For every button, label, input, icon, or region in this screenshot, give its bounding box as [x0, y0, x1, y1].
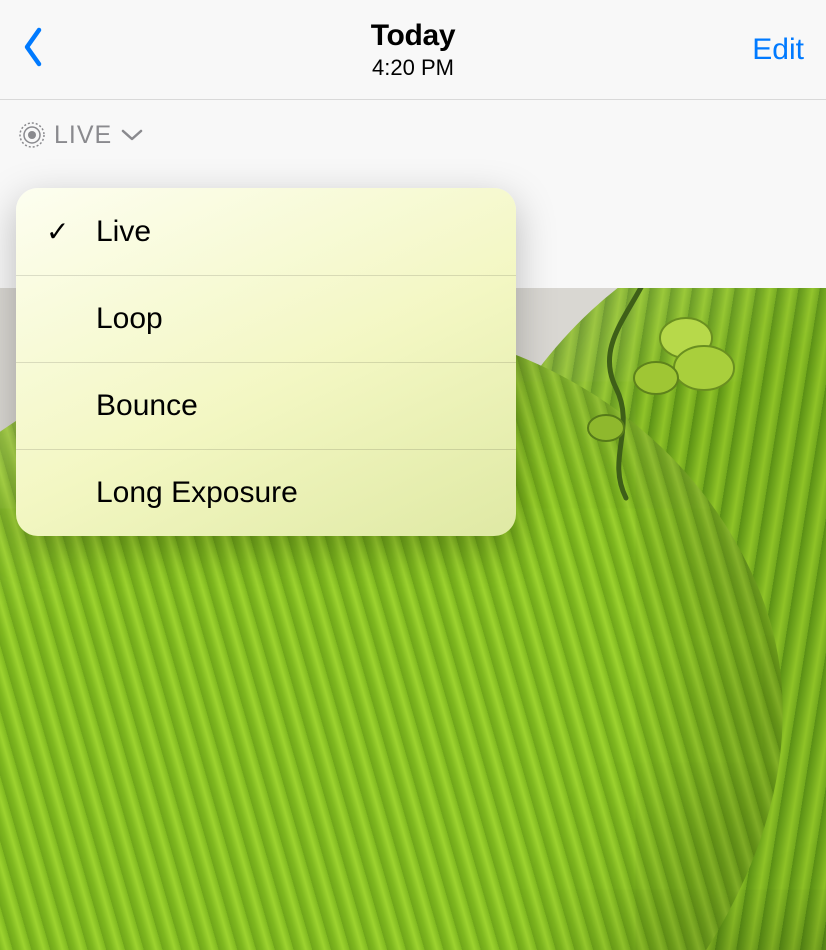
menu-item-loop[interactable]: Loop: [16, 275, 516, 362]
live-badge-row: LIVE: [0, 100, 826, 170]
menu-item-long-exposure[interactable]: Long Exposure: [16, 449, 516, 536]
menu-item-live[interactable]: ✓ Live: [16, 188, 516, 275]
chevron-down-icon: [120, 127, 144, 143]
back-button[interactable]: [22, 26, 44, 73]
nav-title-group: Today 4:20 PM: [371, 19, 456, 81]
menu-item-label: Bounce: [96, 389, 198, 423]
menu-item-label: Live: [96, 215, 151, 249]
chevron-left-icon: [22, 26, 44, 73]
live-badge-label: LIVE: [54, 121, 112, 150]
navigation-bar: Today 4:20 PM Edit: [0, 0, 826, 100]
live-effect-dropdown[interactable]: LIVE: [18, 121, 144, 150]
live-effect-menu: ✓ Live Loop Bounce Long Exposure: [16, 188, 516, 536]
page-title: Today: [371, 19, 456, 53]
checkmark-icon: ✓: [46, 215, 96, 248]
edit-button[interactable]: Edit: [752, 33, 804, 67]
live-target-icon: [18, 121, 46, 149]
menu-item-label: Loop: [96, 302, 163, 336]
menu-item-bounce[interactable]: Bounce: [16, 362, 516, 449]
page-subtitle: 4:20 PM: [371, 55, 456, 81]
menu-item-label: Long Exposure: [96, 476, 298, 510]
